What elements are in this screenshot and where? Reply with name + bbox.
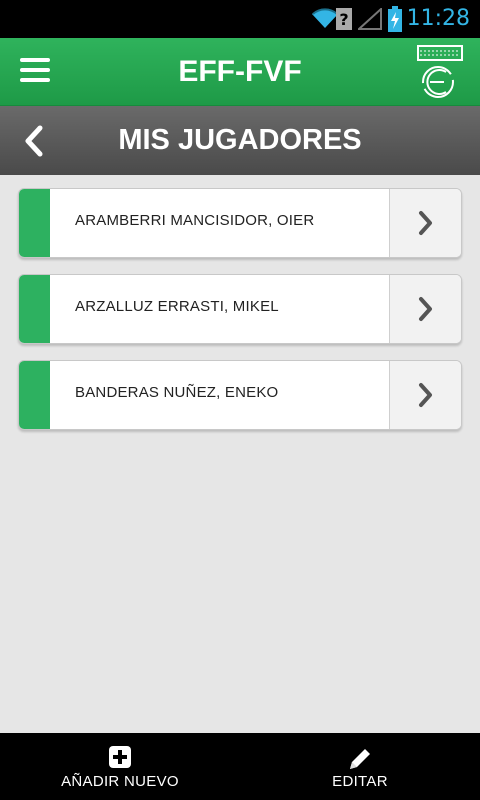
list-item-accent [19,275,50,343]
svg-text:?: ? [339,10,348,29]
app-title: EFF-FVF [178,55,302,88]
status-bar: ? 11:28 [0,0,480,38]
open-player-button[interactable] [389,275,461,343]
bottom-toolbar: AÑADIR NUEVO EDITAR [0,733,480,800]
list-item[interactable]: ARZALLUZ ERRASTI, MIKEL [18,274,462,344]
open-player-button[interactable] [389,189,461,257]
edit-button[interactable]: EDITAR [300,733,420,800]
federation-logo [416,44,464,98]
chevron-right-icon [419,297,432,321]
list-item-accent [19,361,50,429]
question-icon: ? [336,8,352,35]
add-new-button[interactable]: AÑADIR NUEVO [40,733,200,800]
player-name: ARZALLUZ ERRASTI, MIKEL [75,298,279,315]
add-new-label: AÑADIR NUEVO [61,773,179,790]
edit-label: EDITAR [332,773,388,790]
chevron-right-icon [419,383,432,407]
list-item[interactable]: BANDERAS NUÑEZ, ENEKO [18,360,462,430]
open-player-button[interactable] [389,361,461,429]
page-title: MIS JUGADORES [118,124,362,156]
player-name: ARAMBERRI MANCISIDOR, OIER [75,212,315,229]
status-time: 11:28 [406,6,470,31]
page-header: MIS JUGADORES [0,106,480,175]
player-name: BANDERAS NUÑEZ, ENEKO [75,384,279,401]
chevron-right-icon [419,211,432,235]
pencil-icon [350,749,370,769]
plus-square-icon [109,746,131,768]
signal-icon [356,6,382,35]
battery-charging-icon [388,6,402,37]
players-list: ARAMBERRI MANCISIDOR, OIER ARZALLUZ ERRA… [18,188,462,446]
list-item[interactable]: ARAMBERRI MANCISIDOR, OIER [18,188,462,258]
app-header: EFF-FVF [0,38,480,106]
list-item-accent [19,189,50,257]
